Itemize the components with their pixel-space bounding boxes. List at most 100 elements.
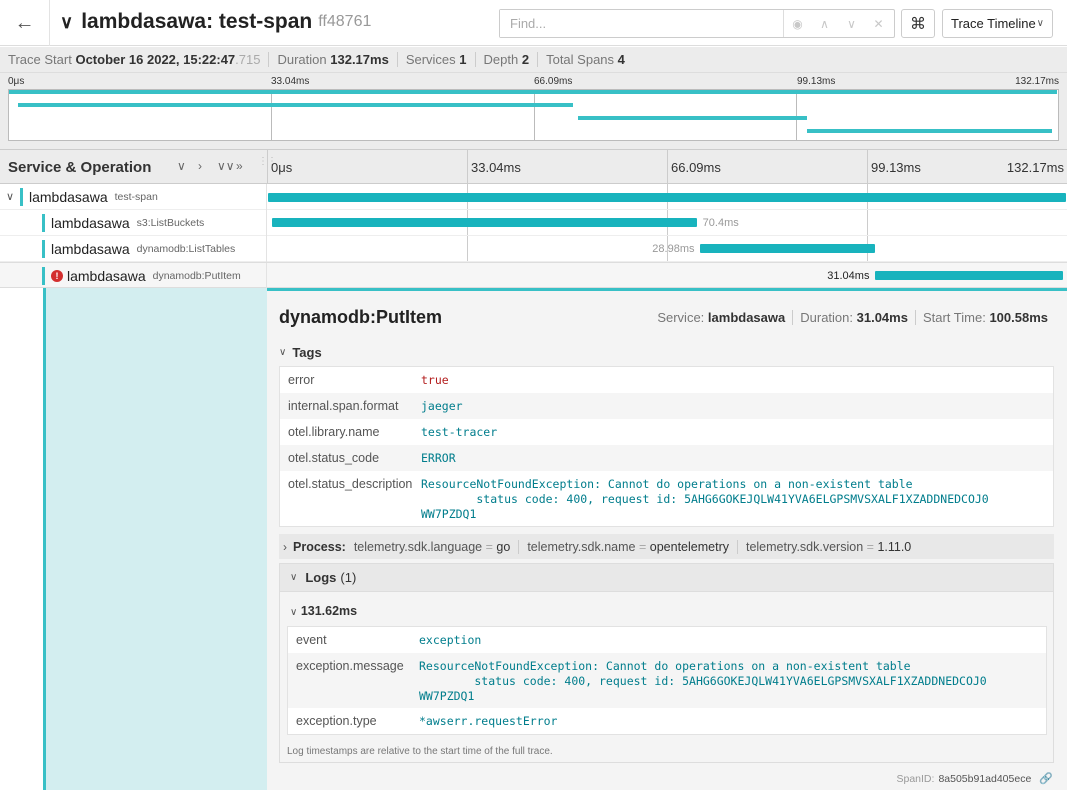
service-name: lambdasawa [51,241,130,257]
span-row[interactable]: lambdasawa dynamodb:ListTables 28.98ms [0,236,1067,262]
minimap-canvas[interactable] [8,89,1059,141]
tag-row[interactable]: otel.status_code ERROR [280,445,1053,471]
trace-id: ff48761 [318,13,372,30]
span-name[interactable]: lambdasawa test-span [20,184,158,210]
process-item: telemetry.sdk.version = 1.11.0 [745,539,912,554]
minimap-tick: 132.17ms [1015,76,1059,87]
clear-icon[interactable]: ✕ [865,17,892,31]
logs-toggle[interactable]: ∨ Logs (1) [280,564,1053,592]
service-color-bar [42,240,45,258]
minimap-tick: 0μs [8,76,25,87]
tag-value: ResourceNotFoundException: Cannot do ope… [421,477,989,521]
process-label: Process: [293,539,346,554]
log-field-row[interactable]: event exception [288,627,1046,653]
chevron-down-icon: ∨ [290,572,298,583]
tag-key: error [288,373,315,387]
span-id-value: 8a505b91ad405ece [938,772,1032,785]
span-row-selected[interactable]: ! lambdasawa dynamodb:PutItem 31.04ms [0,262,1067,289]
trace-summary: Trace Start October 16 2022, 15:22:47.71… [0,47,1067,73]
logs-count: (1) [340,570,357,585]
command-icon: ⌘ [910,15,926,33]
find-input[interactable] [500,10,784,37]
locate-icon[interactable]: ◉ [784,17,811,31]
service-name: lambdasawa [67,268,146,284]
tag-value: true [421,373,449,387]
operation-name: dynamodb:PutItem [152,270,241,282]
log-fields-table: event exception exception.message Resource… [287,626,1047,735]
log-timestamp: 131.62ms [300,604,358,618]
log-field-key: event [296,633,327,647]
service-color-bar [42,214,45,232]
operation-name: dynamodb:ListTables [136,243,236,255]
span-row[interactable]: lambdasawa s3:ListBuckets 70.4ms [0,210,1067,236]
span-id: SpanID: 8a505b91ad405ece 🔗 [896,772,1053,786]
expand-one-icon[interactable]: › [198,159,202,173]
chevron-down-icon: ∨ [279,347,287,358]
row-divider [266,184,267,210]
service-name: lambdasawa [29,189,108,205]
span-row[interactable]: ∨ lambdasawa test-span [0,184,1067,210]
back-button[interactable]: ← [0,0,50,46]
minimap-gridline [534,90,535,140]
log-field-row[interactable]: exception.message ResourceNotFoundExcepti… [288,653,1046,708]
chevron-down-icon[interactable]: ∨ [6,190,14,203]
span-name[interactable]: lambdasawa dynamodb:ListTables [42,236,235,262]
operation-name: test-span [114,191,158,203]
arrow-left-icon: ← [14,11,35,34]
log-field-key: exception.type [296,714,377,728]
timeline-tick: 0μs [271,160,293,175]
expand-all-icon[interactable]: » [236,159,243,173]
chevron-down-icon: ∨ [60,11,74,32]
minimap-tick: 33.04ms [271,76,310,87]
timeline-tick: 132.17ms [1006,160,1064,175]
tag-row[interactable]: internal.span.format jaeger [280,393,1053,419]
trace-title-toggle[interactable]: ∨ lambdasawa: test-span ff48761 [60,10,371,34]
span-duration-label: 70.4ms [702,217,739,229]
chevron-right-icon: › [283,539,287,554]
tag-row[interactable]: otel.status_description ResourceNotFoundE… [280,471,1053,526]
operation-name: s3:ListBuckets [136,217,205,229]
process-item: telemetry.sdk.name = opentelemetry [527,539,738,554]
span-name[interactable]: ! lambdasawa dynamodb:PutItem [42,263,241,289]
tag-value: jaeger [421,399,463,413]
log-field-value: exception [419,633,482,647]
chevron-up-icon[interactable]: ∧ [811,17,838,31]
minimap-tick: 66.09ms [534,76,573,87]
process-toggle[interactable]: › Process: telemetry.sdk.language = go t… [279,534,1054,559]
log-field-row[interactable]: exception.type *awserr.requestError [288,708,1046,734]
view-select[interactable]: Trace Timeline ∨ [942,9,1053,38]
span-name[interactable]: lambdasawa s3:ListBuckets [42,210,204,236]
logs-section: ∨ Logs (1) ∨ 131.62ms event exception exc… [279,563,1054,763]
log-note: Log timestamps are relative to the start… [287,746,553,757]
timeline-gridline [667,150,668,184]
minimap-gridline [271,90,272,140]
chevron-down-icon[interactable]: ∨ [838,17,865,31]
log-entry-toggle[interactable]: ∨ 131.62ms [290,604,357,618]
error-icon: ! [51,270,63,282]
tag-row[interactable]: error true [280,367,1053,393]
tags-label: Tags [292,345,322,360]
log-field-value: *awserr.requestError [419,714,558,728]
trace-minimap[interactable]: 0μs 33.04ms 66.09ms 99.13ms 132.17ms [0,73,1067,150]
tag-row[interactable]: otel.library.name test-tracer [280,419,1053,445]
minimap-gridline [796,90,797,140]
timeline-tick: 33.04ms [471,160,521,175]
span-bar[interactable] [271,218,697,227]
service-name: lambdasawa [51,215,130,231]
keyboard-shortcuts-button[interactable]: ⌘ [901,9,935,38]
collapse-one-icon[interactable]: ∨ [177,159,186,173]
trace-duration: Duration 132.17ms [277,52,398,67]
row-divider [266,263,267,289]
detail-service: Service: lambdasawa [657,310,786,325]
link-icon[interactable]: 🔗 [1039,772,1053,785]
span-bar[interactable] [875,271,1063,280]
span-bar[interactable] [700,244,876,253]
collapse-all-icon[interactable]: ∨∨ [217,159,235,173]
detail-start-time: Start Time: 100.58ms [914,310,1055,325]
tag-key: otel.library.name [288,425,380,439]
detail-indent [43,288,267,790]
trace-depth: Depth 2 [484,52,539,67]
span-bar[interactable] [268,193,1066,202]
row-divider [266,210,267,236]
tags-toggle[interactable]: ∨ Tags [279,345,322,360]
